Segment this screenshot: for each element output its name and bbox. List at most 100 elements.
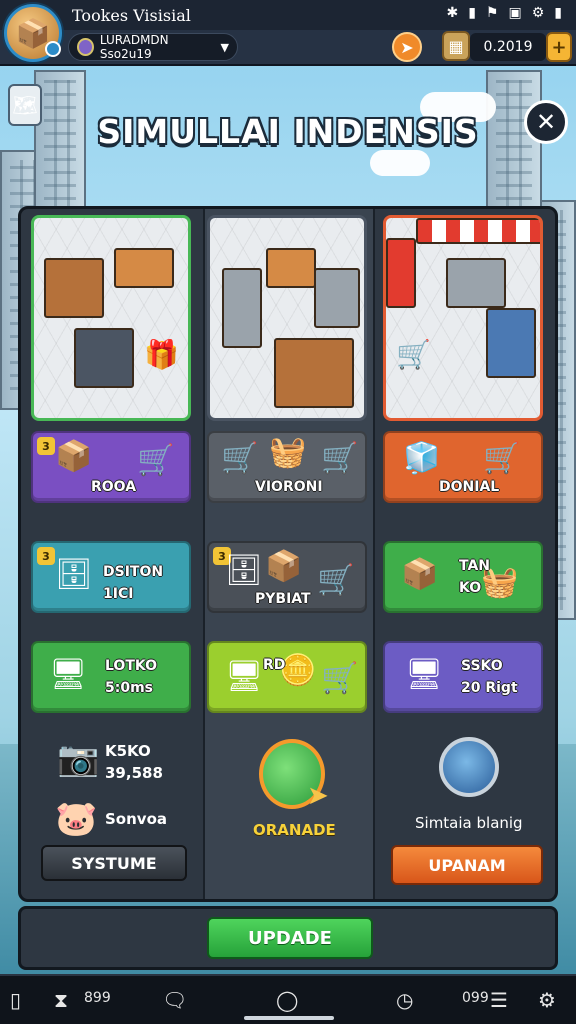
system-icons: ✱ ▮ ⚑ ▣ ⚙ ▮: [446, 5, 562, 21]
upgrade-tile-vioroni[interactable]: 🛒 🧺 🛒 VIORONI: [207, 431, 367, 503]
boxes-icon: 📦: [55, 439, 93, 474]
game-title: SIMULLAI INDENSIS: [97, 112, 479, 151]
freezer: [486, 308, 536, 378]
nav-right-text: 099: [462, 990, 489, 1006]
upanam-button[interactable]: UPANAM: [391, 845, 543, 885]
gear-icon[interactable]: ⚙: [538, 988, 556, 1012]
tile-badge: 3: [37, 547, 55, 565]
tile-badge: 3: [37, 437, 55, 455]
gift-box-icon: 🎁: [144, 338, 179, 371]
produce-basket-icon: 🧺: [269, 435, 307, 470]
freezer-icon: 🧊: [403, 441, 441, 476]
cart-icon: 🛒: [396, 338, 431, 371]
shelf: [314, 268, 360, 328]
skill-icon[interactable]: [439, 737, 499, 797]
shelf: [446, 258, 506, 308]
piggy-bank-icon: 🐷: [55, 799, 98, 839]
account-dropdown[interactable]: LURADMDN Sso2u19 ▼: [68, 33, 238, 61]
nav-left-text: 899: [84, 990, 111, 1006]
register-icon: 🖥: [225, 659, 264, 694]
shelf: [44, 258, 104, 318]
awning: [416, 218, 540, 244]
top-bar: LURADMDN Sso2u19 ▼ ➤ ▦ 0.2019 +: [0, 30, 576, 66]
shop-button[interactable]: ➤: [392, 32, 422, 62]
checkout-counter: [274, 338, 354, 408]
cart-icon: 🛒: [483, 441, 521, 476]
store-scene-grocery[interactable]: 🎁: [31, 215, 191, 421]
tile-label: DSITON 1ICI: [103, 564, 164, 602]
upgrade-tile-pybiat[interactable]: 3 🗄 📦 🛒 PYBIAT: [207, 541, 367, 613]
player-avatar[interactable]: 📦: [4, 4, 62, 62]
home-indicator: [244, 1016, 334, 1020]
stat-label: K5KO: [105, 742, 151, 760]
cursor-arrow-icon: ➤: [307, 781, 329, 811]
register-icon: 🖥: [49, 657, 88, 692]
flag-icon: ⚑: [485, 5, 499, 21]
upgrade-tile-rd[interactable]: 🖥 🪙 🛒 RD: [207, 641, 367, 713]
store-scene-supermarket[interactable]: 🛒: [383, 215, 543, 421]
cart-icon: 🛒: [321, 441, 359, 476]
shelf: [114, 248, 174, 288]
upgrade-tile-lotko[interactable]: 🖥 LOTKO 5:0ms: [31, 641, 191, 713]
signal-icon: ▮: [468, 5, 476, 21]
tile-label: TAN KO: [459, 558, 491, 596]
shelf-icon: 🗄: [225, 553, 264, 588]
shelf: [386, 238, 416, 308]
tile-label: VIORONI: [255, 479, 323, 495]
cart-icon: 🛒: [317, 563, 355, 598]
upgrade-tile-ssko[interactable]: 🖥 SSKO 20 Rigt: [383, 641, 543, 713]
status-bar: Tookes Visisial ✱ ▮ ⚑ ▣ ⚙ ▮: [0, 0, 576, 30]
register-icon: 🖥: [405, 657, 444, 692]
add-currency-button[interactable]: +: [546, 32, 572, 62]
chat-icon[interactable]: 🗨: [162, 988, 187, 1012]
shelf: [266, 248, 316, 288]
phone-icon[interactable]: ▯: [10, 988, 21, 1012]
store-scene-market[interactable]: [207, 215, 367, 421]
menu-icon[interactable]: ☰: [490, 988, 508, 1012]
cart-icon: 🛒: [137, 443, 175, 478]
cart-icon: 🛒: [221, 441, 259, 476]
battery-icon: ▮: [554, 5, 562, 21]
upgrade-tile-tan[interactable]: 📦 🧺 TAN KO: [383, 541, 543, 613]
account-icon: [77, 38, 94, 56]
crate-currency-icon: ▦: [442, 31, 470, 61]
stat-value: 39,588: [105, 764, 163, 782]
navigation-bar: ▯ ⧗ 899 🗨 ◯ ◷ 099 ☰ ⚙: [0, 974, 576, 1024]
boxes-icon: 📦: [265, 549, 303, 584]
store-panel: 🎁 🛒 3 📦 🛒 ROOA 🛒 🧺 🛒 VIORONI 🧊 🛒 DONIAL …: [18, 206, 558, 902]
arrow-icon: ➤: [400, 37, 414, 57]
clock-icon[interactable]: ◷: [396, 988, 413, 1012]
upgrade-tile-dsiton[interactable]: 3 🗄 DSITON 1ICI: [31, 541, 191, 613]
cloud: [370, 150, 430, 176]
boxes-icon: 📦: [401, 557, 439, 592]
update-button[interactable]: UPDADE: [207, 917, 373, 959]
tile-label: SSKO 20 Rigt: [461, 658, 518, 696]
settings-icon: ⚙: [531, 5, 545, 21]
avatar-badge: [45, 41, 61, 57]
chevron-down-icon: ▼: [220, 40, 229, 54]
bottom-panel: UPDADE: [18, 906, 558, 970]
stat-label-2: Sonvoa: [105, 810, 167, 828]
home-icon[interactable]: ◯: [276, 988, 298, 1012]
skill-label: Simtaia blanig: [415, 814, 523, 832]
hourglass-icon[interactable]: ⧗: [54, 988, 68, 1012]
account-name: LURADMDN Sso2u19: [99, 33, 169, 61]
upgrade-tile-rooa[interactable]: 3 📦 🛒 ROOA: [31, 431, 191, 503]
image-icon: ▣: [508, 5, 522, 21]
currency-value: 0.2019: [470, 33, 546, 61]
app-title: Tookes Visisial: [72, 5, 191, 25]
cart-icon: 🛒: [321, 661, 359, 696]
tile-label: DONIAL: [439, 479, 500, 495]
tile-label: ROOA: [91, 479, 137, 495]
upgrade-tile-donial[interactable]: 🧊 🛒 DONIAL: [383, 431, 543, 503]
shelf-icon: 🗄: [55, 557, 94, 592]
tile-label: RD: [263, 657, 286, 673]
tile-label: LOTKO 5:0ms: [105, 658, 157, 696]
tile-label: PYBIAT: [255, 591, 311, 607]
checkout-counter: [74, 328, 134, 388]
system-button[interactable]: SYSTUME: [41, 845, 187, 881]
upgrade-label: ORANADE: [253, 821, 336, 839]
camera-icon: 📷: [57, 739, 100, 779]
shelf: [222, 268, 262, 348]
bluetooth-icon: ✱: [446, 5, 459, 21]
